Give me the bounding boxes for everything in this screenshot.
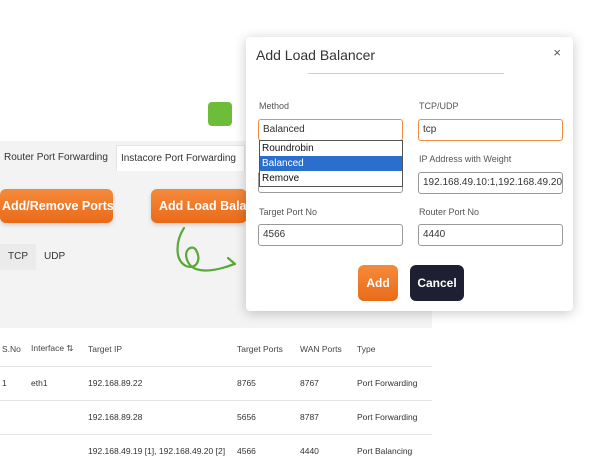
ip-weight-label: IP Address with Weight: [419, 154, 512, 164]
router-port-label: Router Port No: [419, 207, 480, 217]
col-wan-ports: WAN Ports: [300, 343, 342, 354]
cell-wan-ports: 4440: [300, 433, 357, 468]
table-row: 192.168.89.28 5656 8787 Port Forwarding: [0, 399, 432, 434]
tab-instacore-port-forwarding[interactable]: Instacore Port Forwarding: [115, 145, 245, 171]
method-option-roundrobin[interactable]: Roundrobin: [260, 141, 402, 156]
add-remove-ports-button[interactable]: Add/Remove Ports: [0, 189, 113, 223]
cell-type: Port Forwarding: [357, 399, 432, 434]
ip-weight-field[interactable]: 192.168.49.10:1,192.168.49.20:2: [418, 172, 563, 194]
protocol-tabs: TCP UDP: [0, 244, 73, 270]
method-option-balanced[interactable]: Balanced: [260, 156, 402, 171]
cell-type: Port Forwarding: [357, 365, 432, 400]
col-target-ip: Target IP: [88, 343, 123, 354]
tab-tcp[interactable]: TCP: [0, 244, 36, 270]
cell-sno: [0, 399, 31, 434]
method-dropdown-list: Roundrobin Balanced Remove: [259, 140, 403, 187]
cell-target-ip: 192.168.89.28: [88, 399, 237, 434]
cell-target-ports: 5656: [237, 399, 300, 434]
cell-interface: eth1: [31, 365, 88, 400]
cell-wan-ports: 8767: [300, 365, 357, 400]
cell-sno: [0, 433, 31, 468]
col-target-ports: Target Ports: [237, 343, 283, 354]
tcpudp-select[interactable]: tcp: [418, 119, 563, 141]
table-row: 1 eth1 192.168.89.22 8765 8767 Port Forw…: [0, 365, 432, 400]
cell-target-ip: 192.168.89.22: [88, 365, 237, 400]
method-option-remove[interactable]: Remove: [260, 171, 402, 186]
port-forwarding-table: S.No Interface ⇅ Target IP Target Ports …: [0, 332, 432, 468]
add-load-balancer-button[interactable]: Add Load Balan: [151, 189, 247, 223]
target-port-field[interactable]: 4566: [258, 224, 403, 246]
col-interface[interactable]: Interface ⇅: [31, 332, 88, 366]
green-badge-icon: [208, 102, 232, 126]
col-sno: S.No: [2, 343, 21, 354]
col-type: Type: [357, 343, 376, 354]
method-label: Method: [259, 101, 290, 111]
router-port-field[interactable]: 4440: [418, 224, 563, 246]
modal-title: Add Load Balancer: [256, 47, 376, 63]
forwarding-tabs: Router Port Forwarding Instacore Port Fo…: [0, 145, 245, 171]
table-row: 192.168.49.19 [1], 192.168.49.20 [2] 456…: [0, 433, 432, 468]
tab-router-port-forwarding[interactable]: Router Port Forwarding: [0, 145, 116, 171]
method-select[interactable]: Balanced: [258, 119, 403, 141]
cell-target-ports: 4566: [237, 433, 300, 468]
cell-type: Port Balancing: [357, 433, 432, 468]
title-divider: [308, 73, 504, 74]
tab-udp[interactable]: UDP: [36, 244, 73, 270]
cell-target-ip: 192.168.49.19 [1], 192.168.49.20 [2]: [88, 433, 237, 468]
cell-target-ports: 8765: [237, 365, 300, 400]
cell-interface: [31, 399, 88, 434]
cell-interface: [31, 433, 88, 468]
tcpudp-label: TCP/UDP: [419, 101, 459, 111]
curly-arrow-icon: [176, 226, 237, 272]
table-header-row: S.No Interface ⇅ Target IP Target Ports …: [0, 332, 432, 366]
cell-sno: 1: [0, 365, 31, 400]
close-icon[interactable]: ×: [553, 45, 561, 60]
cancel-button[interactable]: Cancel: [410, 265, 464, 301]
add-button[interactable]: Add: [358, 265, 398, 301]
cell-wan-ports: 8787: [300, 399, 357, 434]
target-port-label: Target Port No: [259, 207, 318, 217]
